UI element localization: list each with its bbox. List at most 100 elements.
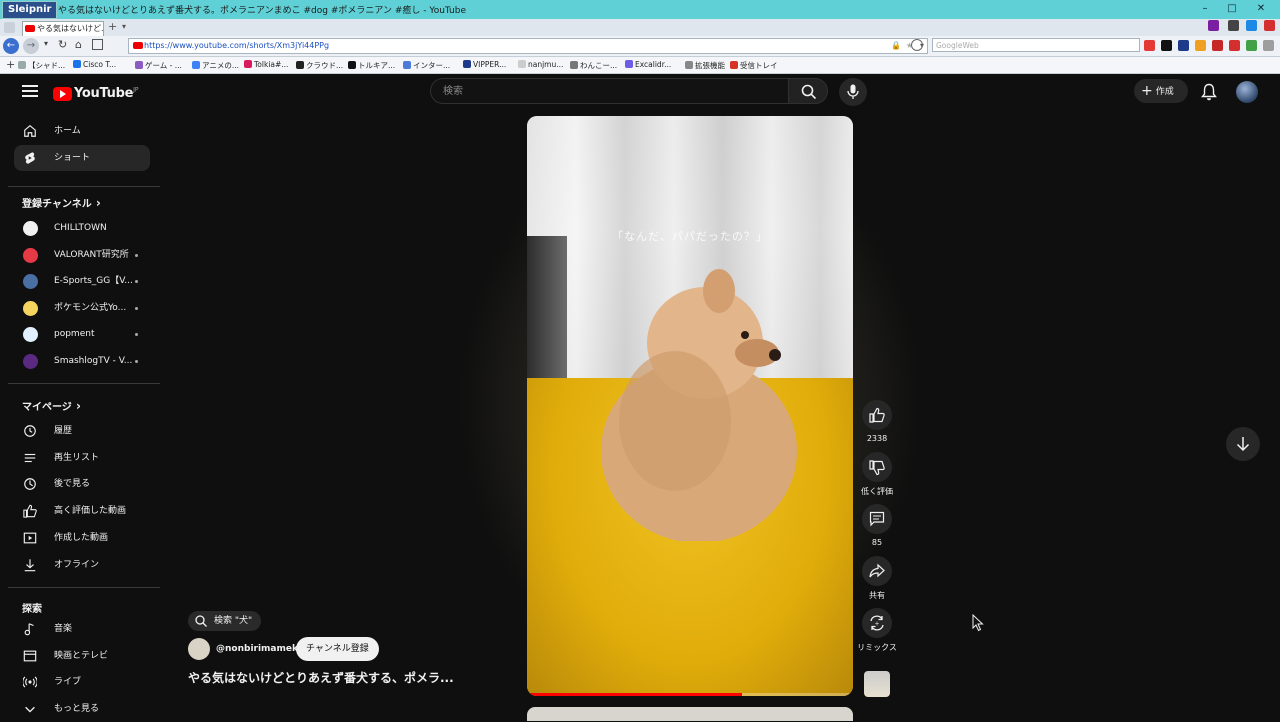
playlist-icon — [24, 453, 36, 462]
sidebar-item-playlist[interactable]: 再生リスト — [14, 445, 150, 471]
news-toolbar-icon[interactable] — [1178, 40, 1189, 51]
region-code: JP — [133, 86, 139, 94]
sidebar-item-channel[interactable]: VALORANT研究所 — [14, 242, 150, 268]
tab-menu-icon[interactable] — [4, 22, 15, 33]
subscribe-button[interactable]: チャンネル登録 — [296, 637, 379, 661]
youtube-logo[interactable]: YouTubeJP — [53, 83, 139, 101]
home-nav-icon[interactable]: ⌂ — [75, 38, 82, 51]
sidebar-item-liked[interactable]: 高く評価した動画 — [14, 498, 150, 524]
forward-button[interactable]: → — [23, 38, 39, 54]
history-dropdown-icon[interactable]: ▾ — [44, 39, 48, 48]
x-toolbar-icon[interactable] — [1161, 40, 1172, 51]
add-bookmark-icon[interactable]: + — [6, 58, 15, 71]
maximize-button[interactable]: □ — [1221, 2, 1243, 17]
more-toolbar-icon[interactable] — [1263, 40, 1274, 51]
bookmark-item[interactable]: 拡張機能 — [685, 60, 725, 71]
bookmark-item[interactable]: インター... — [403, 60, 450, 71]
search-button[interactable] — [788, 78, 828, 104]
bookmark-item[interactable]: Cisco T... — [73, 60, 116, 69]
dislike-label: 低く評価 — [861, 487, 893, 496]
bookmark-label: Excalidr... — [635, 60, 672, 69]
remix-button[interactable]: + — [862, 608, 892, 638]
sidebar-item-home[interactable]: ホーム — [14, 118, 150, 144]
bookmark-item[interactable]: nanjmu... — [518, 60, 563, 69]
youtube-toolbar-icon[interactable] — [1144, 40, 1155, 51]
next-video-button[interactable] — [1226, 427, 1260, 461]
bookmark-item[interactable]: 受信トレイ — [730, 60, 778, 71]
sidebar-item-your-videos[interactable]: 作成した動画 — [14, 525, 150, 551]
bookmark-label: インター... — [413, 61, 451, 70]
search-input[interactable] — [441, 85, 775, 98]
subscriptions-heading[interactable]: 登録チャンネル › — [22, 195, 101, 210]
sidebar-item-watch-later[interactable]: 後で見る — [14, 471, 150, 497]
sidebar-item-channel[interactable]: SmashlogTV - V... — [14, 348, 150, 374]
extension-icon[interactable] — [1208, 20, 1219, 31]
share-button[interactable] — [862, 556, 892, 586]
reload-icon[interactable]: ↻ — [58, 38, 67, 51]
minimize-button[interactable]: – — [1194, 2, 1216, 17]
voice-search-button[interactable] — [839, 78, 867, 106]
amazon-toolbar-icon[interactable] — [1195, 40, 1206, 51]
share-action: 共有 — [862, 556, 892, 601]
edit-icon[interactable] — [1264, 20, 1275, 31]
comment-icon — [869, 511, 885, 527]
sidebar-item-label: ポケモン公式Yo... — [54, 302, 127, 313]
sidebar-item-shorts[interactable]: ショート — [14, 145, 150, 171]
address-bar[interactable]: https://www.youtube.com/shorts/Xm3jYi44P… — [128, 38, 928, 54]
bookmark-favicon-icon — [192, 61, 200, 69]
like-button[interactable] — [862, 400, 892, 430]
bookmark-item[interactable]: アニメの... — [192, 60, 239, 71]
secure-lock-icon: 🔒 — [891, 41, 901, 50]
bookmark-toolbar-icon[interactable] — [1212, 40, 1223, 51]
google-toolbar-icon[interactable] — [1246, 40, 1257, 51]
sound-thumbnail[interactable] — [864, 671, 890, 697]
comments-button[interactable] — [862, 504, 892, 534]
account-avatar[interactable] — [1236, 81, 1258, 103]
notifications-button[interactable] — [1199, 82, 1219, 102]
sidebar-item-history[interactable]: 履歴 — [14, 418, 150, 444]
tab-active[interactable]: やる気はないけど... — [22, 21, 104, 37]
new-tab-icon[interactable]: + — [108, 20, 117, 33]
you-heading[interactable]: マイページ › — [22, 398, 81, 413]
bookmark-item[interactable]: ゲーム - ... — [135, 60, 182, 71]
close-window-button[interactable]: ✕ — [1250, 2, 1272, 17]
dislike-button[interactable] — [862, 452, 892, 482]
web-search-input[interactable]: GoogleWeb — [932, 38, 1140, 52]
sidebar-item-music[interactable]: 音楽 — [14, 616, 150, 642]
sidebar-item-channel[interactable]: popment — [14, 321, 150, 347]
back-button[interactable]: ← — [3, 38, 19, 54]
bookmark-item[interactable]: 【シャド... — [18, 60, 65, 71]
bookmark-item[interactable]: Excalidr... — [625, 60, 671, 69]
short-title[interactable]: やる気はないけどとりあえず番犬する、ポメラ... — [188, 669, 454, 686]
video-progress-bar[interactable] — [527, 693, 853, 696]
bookmark-item[interactable]: トルキア... — [348, 60, 395, 71]
bookmark-label: クラウド... — [306, 61, 344, 70]
channel-avatar-icon — [23, 274, 38, 290]
channel-avatar[interactable] — [188, 638, 210, 660]
sidebar-item-download[interactable]: オフライン — [14, 552, 150, 578]
menu-icon[interactable] — [22, 85, 38, 99]
sync-icon[interactable] — [1246, 20, 1257, 31]
sidebar-item-channel[interactable]: E-Sports_GG【V... — [14, 268, 150, 294]
bookmark-item[interactable]: VIPPER... — [463, 60, 506, 69]
tab-list-chevron-icon[interactable]: ▾ — [122, 22, 126, 31]
yahoo-toolbar-icon[interactable] — [1229, 40, 1240, 51]
bookmark-item[interactable]: クラウド... — [296, 60, 343, 71]
channel-name[interactable]: @nonbirimameko — [216, 644, 304, 654]
create-button[interactable]: + 作成 — [1134, 79, 1188, 103]
sidebar-item-movies[interactable]: 映画とテレビ — [14, 643, 150, 669]
window-title: やる気はないけどとりあえず番犬する。ポメラニアンまめこ #dog #ポメラニアン… — [58, 6, 466, 16]
pomeranian-dog-image — [601, 269, 797, 541]
next-short-preview[interactable] — [527, 707, 853, 721]
bookmark-item[interactable]: わんこー... — [570, 60, 617, 71]
bookmark-item[interactable]: Tolkia#... — [244, 60, 288, 69]
search-suggestion-chip[interactable]: 検索 "犬" — [188, 611, 262, 631]
sidebar-item-chevron-down[interactable]: もっと見る — [14, 696, 150, 722]
sidebar-item-channel[interactable]: CHILLTOWN — [14, 215, 150, 241]
sidebar-item-live[interactable]: ライブ — [14, 669, 150, 695]
shorts-video-player[interactable]: 「なんだ、パパだったの？」 — [527, 116, 853, 696]
settings-gear-icon[interactable] — [911, 39, 923, 51]
page-icon[interactable] — [92, 39, 103, 50]
sidebar-item-channel[interactable]: ポケモン公式Yo... — [14, 295, 150, 321]
camera-icon[interactable] — [1228, 20, 1239, 31]
